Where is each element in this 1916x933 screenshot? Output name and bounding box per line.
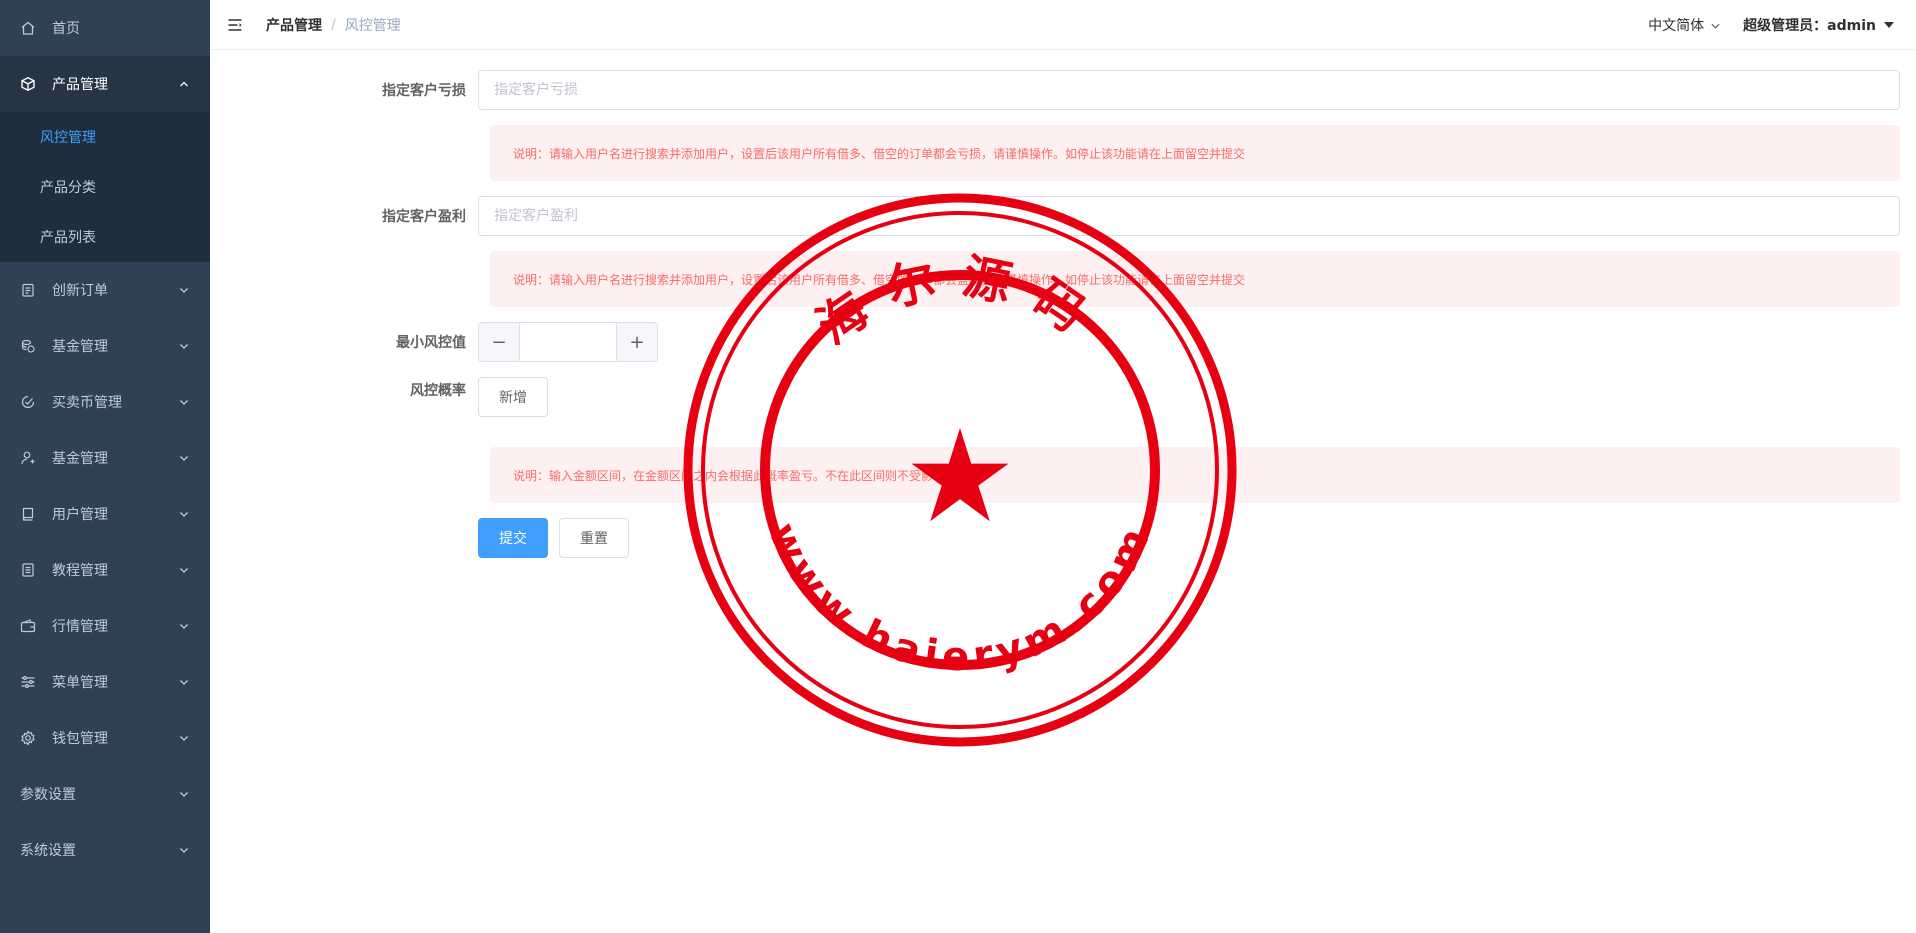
profit-note-text: 说明：请输入用户名进行搜索并添加用户，设置后该用户所有借多、借空的订单都会盈利，… — [513, 272, 1246, 287]
sidebar-item-home[interactable]: 首页 — [0, 0, 210, 56]
sidebar-item-label: 行情管理 — [52, 619, 108, 635]
sidebar-item-innovation-orders[interactable]: 创新订单 — [0, 262, 210, 318]
user-icon — [20, 450, 36, 466]
chevron-down-icon — [180, 400, 188, 405]
check-circle-icon — [20, 394, 36, 410]
chevron-down-icon — [180, 680, 188, 685]
loss-customer-input[interactable] — [478, 70, 1900, 110]
rate-note-alert: 说明：输入金额区间，在金额区间之内会根据此概率盈亏。不在此区间则不受影响。 — [490, 447, 1900, 503]
min-risk-label: 最小风控值 — [396, 335, 466, 351]
stepper-increase-button[interactable]: + — [616, 323, 657, 361]
sidebar-item-label: 买卖币管理 — [52, 395, 122, 411]
profit-note-alert: 说明：请输入用户名进行搜索并添加用户，设置后该用户所有借多、借空的订单都会盈利，… — [490, 251, 1900, 307]
top-right-controls: 中文简体 超级管理员：admin — [1648, 0, 1894, 50]
risk-rate-row: 风控概率 新增 — [210, 377, 1900, 417]
risk-rate-label: 风控概率 — [410, 383, 466, 399]
sidebar-item-label: 系统设置 — [20, 843, 76, 859]
rate-note-text: 说明：输入金额区间，在金额区间之内会根据此概率盈亏。不在此区间则不受影响。 — [513, 468, 958, 483]
min-risk-stepper: − + — [478, 322, 658, 362]
breadcrumb-item-risk-control: 风控管理 — [344, 17, 401, 34]
clipboard-icon — [20, 282, 36, 298]
submenu-item-label: 产品列表 — [40, 230, 96, 246]
sidebar-item-label: 参数设置 — [20, 787, 76, 803]
stepper-decrease-button[interactable]: − — [479, 323, 520, 361]
reset-button[interactable]: 重置 — [559, 518, 629, 558]
sidebar-item-label: 菜单管理 — [52, 675, 108, 691]
loss-customer-row: 指定客户亏损 — [210, 70, 1900, 110]
sidebar-item-product-management[interactable]: 产品管理 — [0, 56, 210, 112]
sidebar-item-fund-management-2[interactable]: 基金管理 — [0, 430, 210, 486]
language-label: 中文简体 — [1648, 18, 1705, 34]
sidebar: 首页 产品管理 风控管理 产品分类 产品列表 创新订单 基金管理 买卖币管理 基… — [0, 0, 210, 933]
loss-note-text: 说明：请输入用户名进行搜索并添加用户，设置后该用户所有借多、借空的订单都会亏损，… — [513, 146, 1246, 161]
user-name: 超级管理员：admin — [1743, 18, 1876, 34]
profit-customer-label: 指定客户盈利 — [382, 209, 466, 225]
chevron-down-icon — [180, 736, 188, 741]
loss-customer-label: 指定客户亏损 — [382, 83, 466, 99]
sidebar-item-parameter-settings[interactable]: 参数设置 — [0, 766, 210, 822]
sidebar-item-coin-trade-management[interactable]: 买卖币管理 — [0, 374, 210, 430]
profit-customer-row: 指定客户盈利 — [210, 196, 1900, 236]
hamburger-menu-icon[interactable] — [227, 17, 243, 33]
chevron-up-icon — [180, 81, 188, 87]
caret-down-icon — [1884, 22, 1894, 28]
form-actions-row: 提交 重置 — [210, 518, 1900, 558]
sidebar-item-label: 基金管理 — [52, 451, 108, 467]
sidebar-item-wallet-management[interactable]: 钱包管理 — [0, 710, 210, 766]
product-submenu: 风控管理 产品分类 产品列表 — [0, 112, 210, 262]
sidebar-item-label: 教程管理 — [52, 563, 108, 579]
user-dropdown[interactable]: 超级管理员：admin — [1743, 15, 1894, 35]
min-risk-row: 最小风控值 − + — [210, 322, 1900, 362]
chevron-down-icon — [180, 792, 188, 797]
submenu-item-risk-control[interactable]: 风控管理 — [0, 112, 210, 162]
sidebar-item-label: 产品管理 — [52, 77, 108, 93]
profit-customer-input[interactable] — [478, 196, 1900, 236]
sidebar-item-menu-management[interactable]: 菜单管理 — [0, 654, 210, 710]
sidebar-item-label: 首页 — [52, 21, 80, 37]
sidebar-item-label: 用户管理 — [52, 507, 108, 523]
sidebar-item-tutorial-management[interactable]: 教程管理 — [0, 542, 210, 598]
language-selector[interactable]: 中文简体 — [1648, 15, 1721, 35]
loss-note-alert: 说明：请输入用户名进行搜索并添加用户，设置后该用户所有借多、借空的订单都会亏损，… — [490, 125, 1900, 181]
wallet-icon — [20, 618, 36, 634]
sidebar-item-label: 钱包管理 — [52, 731, 108, 747]
submit-button[interactable]: 提交 — [478, 518, 548, 558]
sliders-icon — [20, 674, 36, 690]
chevron-down-icon — [1711, 23, 1720, 29]
sidebar-item-market-management[interactable]: 行情管理 — [0, 598, 210, 654]
document-icon — [20, 562, 36, 578]
book-icon — [20, 506, 36, 522]
cube-icon — [20, 76, 36, 92]
submenu-item-label: 风控管理 — [40, 130, 96, 146]
risk-control-form: 指定客户亏损 说明：请输入用户名进行搜索并添加用户，设置后该用户所有借多、借空的… — [210, 51, 1916, 933]
home-icon — [20, 20, 36, 36]
chevron-down-icon — [180, 512, 188, 517]
breadcrumb-separator: / — [331, 16, 336, 33]
chevron-down-icon — [180, 288, 188, 293]
coins-icon — [20, 338, 36, 354]
sidebar-item-label: 基金管理 — [52, 339, 108, 355]
chevron-down-icon — [180, 456, 188, 461]
top-navbar: 产品管理 / 风控管理 中文简体 超级管理员：admin — [210, 0, 1916, 50]
submenu-item-product-category[interactable]: 产品分类 — [0, 162, 210, 212]
gear-icon — [20, 730, 36, 746]
submenu-item-product-list[interactable]: 产品列表 — [0, 212, 210, 262]
sidebar-item-fund-management[interactable]: 基金管理 — [0, 318, 210, 374]
min-risk-input[interactable] — [520, 323, 616, 361]
chevron-down-icon — [180, 848, 188, 853]
sidebar-item-label: 创新订单 — [52, 283, 108, 299]
sidebar-item-user-management[interactable]: 用户管理 — [0, 486, 210, 542]
sidebar-item-system-settings[interactable]: 系统设置 — [0, 822, 210, 878]
submenu-item-label: 产品分类 — [40, 180, 96, 196]
add-range-button[interactable]: 新增 — [478, 377, 548, 417]
breadcrumb: 产品管理 / 风控管理 — [266, 15, 401, 35]
chevron-down-icon — [180, 568, 188, 573]
chevron-down-icon — [180, 344, 188, 349]
breadcrumb-item-product-management[interactable]: 产品管理 — [266, 15, 322, 35]
chevron-down-icon — [180, 624, 188, 629]
